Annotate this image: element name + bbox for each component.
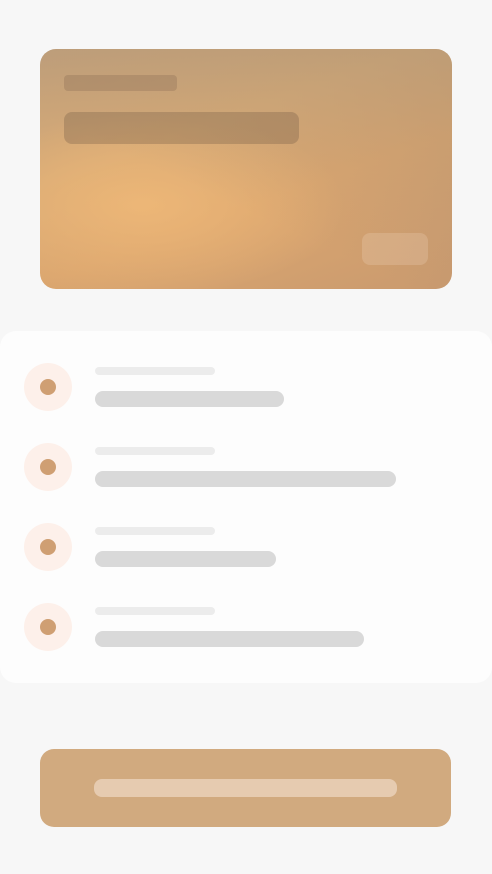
item-subtitle-placeholder [95, 607, 215, 615]
item-subtitle-placeholder [95, 447, 215, 455]
item-title-placeholder [95, 391, 284, 407]
item-title-placeholder [95, 631, 364, 647]
dot-icon [40, 539, 56, 555]
dot-icon [40, 379, 56, 395]
item-title-placeholder [95, 551, 276, 567]
list-item[interactable] [24, 363, 464, 411]
dot-icon [40, 459, 56, 475]
item-subtitle-placeholder [95, 367, 215, 375]
hero-action-chip-placeholder [362, 233, 428, 265]
dot-icon [40, 619, 56, 635]
hero-card [40, 49, 452, 289]
list-item[interactable] [24, 603, 464, 651]
item-icon-badge [24, 523, 72, 571]
item-icon-badge [24, 443, 72, 491]
primary-action-label-placeholder [94, 779, 397, 797]
list-panel [0, 331, 492, 683]
item-subtitle-placeholder [95, 527, 215, 535]
item-title-placeholder [95, 471, 396, 487]
primary-action-button[interactable] [40, 749, 451, 827]
item-icon-badge [24, 363, 72, 411]
list-item[interactable] [24, 443, 464, 491]
item-icon-badge [24, 603, 72, 651]
hero-kicker-placeholder [64, 75, 177, 91]
list-item[interactable] [24, 523, 464, 571]
hero-title-placeholder [64, 112, 299, 144]
